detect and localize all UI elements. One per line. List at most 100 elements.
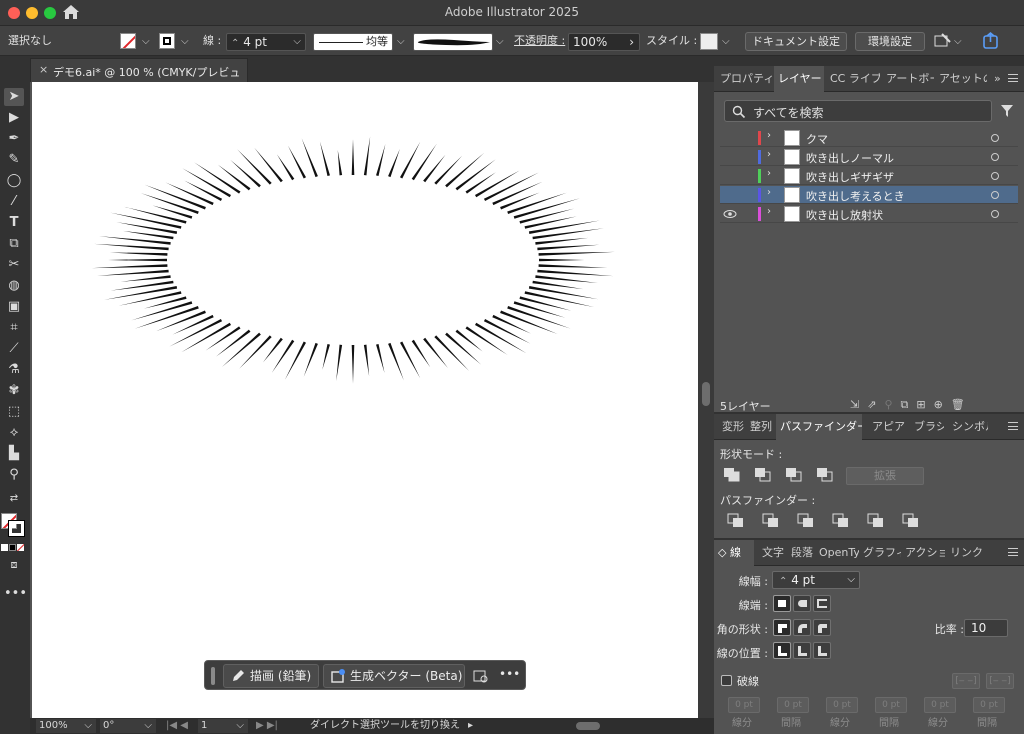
more-tabs-icon[interactable]: » [994,66,1006,92]
layer-row[interactable]: › 吹き出し放射状 [720,205,1018,223]
dash-field[interactable]: 0 pt [826,697,858,713]
dash-preserve-icon[interactable]: [‒ ‒] [952,673,980,689]
visibility-eye-icon[interactable] [723,150,737,164]
swap-colors-icon[interactable]: ⇄ [4,490,24,508]
dash-field[interactable]: 0 pt [875,697,907,713]
chevron-down-icon[interactable]: ⌵ [847,572,855,588]
selection-tool-icon[interactable]: ➤ [4,88,24,106]
canvas[interactable] [30,82,698,718]
chevron-down-icon[interactable]: ⌵ [142,33,150,51]
minus-back-icon[interactable] [901,512,923,532]
horizontal-scrollbar[interactable] [482,719,698,733]
shape-builder-tool-icon[interactable]: ◍ [4,277,24,295]
chevron-right-icon[interactable]: › [767,130,771,141]
layer-row[interactable]: › 吹き出しノーマル [720,148,1018,166]
tab-brushes[interactable]: ブラシ [914,414,944,440]
zoom-field[interactable]: 100% ⌵ [36,719,96,733]
paintbrush-tool-icon[interactable]: ⁄ [4,193,24,211]
generative-vector-button[interactable]: 生成ベクター (Beta) [323,664,465,688]
artboard-number-field[interactable]: 1 ⌵ [198,719,248,733]
tab-layers[interactable]: レイヤー [774,66,824,92]
radial-burst-shape[interactable] [32,82,698,718]
mesh-tool-icon[interactable]: ⌗ [4,319,24,337]
curvature-tool-icon[interactable]: ✎ [4,151,24,169]
layer-row[interactable]: › 吹き出しギザギザ [720,167,1018,185]
merge-icon[interactable] [796,512,818,532]
target-icon[interactable] [991,153,999,161]
tab-asset-export[interactable]: アセットの [939,66,987,92]
align-outside-button[interactable] [813,642,831,659]
trash-icon[interactable]: 🗑 [951,398,973,411]
fill-swatch[interactable] [120,33,136,49]
last-artboard-icon[interactable]: ▶ ▶| [256,719,278,733]
dash-field[interactable]: 0 pt [924,697,956,713]
zoom-tool-icon[interactable]: ⚲ [4,466,24,484]
round-cap-button[interactable] [793,595,811,612]
minus-front-icon[interactable] [753,466,775,486]
type-tool-icon[interactable]: T [4,214,24,232]
opacity-label[interactable]: 不透明度 : [514,32,565,50]
opacity-field[interactable]: 100% › [568,33,640,51]
chevron-right-icon[interactable]: › [767,206,771,217]
draw-pencil-button[interactable]: 描画 (鉛筆) [223,664,319,688]
tab-stroke[interactable]: ◇ 線 [714,540,754,566]
share-icon[interactable] [982,31,1000,49]
symbol-sprayer-tool-icon[interactable]: ✾ [4,382,24,400]
chevron-down-icon[interactable]: ⌵ [181,33,189,51]
dash-align-icon[interactable]: [‒ ‒] [986,673,1014,689]
target-icon[interactable] [991,210,999,218]
visibility-eye-icon[interactable] [723,169,737,183]
stroke-color-icon[interactable] [8,520,25,537]
screen-mode-icon[interactable]: ⧈ [4,556,24,574]
panel-menu-icon[interactable] [1008,422,1018,430]
graph-tool-icon[interactable]: ▙ [4,445,24,463]
ellipse-tool-icon[interactable]: ◯ [4,172,24,190]
chevron-right-icon[interactable]: › [767,149,771,160]
color-mode-icon[interactable] [1,544,8,551]
variable-width-profile[interactable]: 均等 [313,33,393,51]
new-sublayer-icon[interactable]: ⊞ [916,398,933,411]
unite-icon[interactable] [722,466,744,486]
chevron-down-icon[interactable]: ⌵ [722,33,730,51]
outline-icon[interactable] [866,512,888,532]
collect-export-icon[interactable]: ⇲ [850,398,867,411]
dash-field[interactable]: 0 pt [728,697,760,713]
align-center-button[interactable] [773,642,791,659]
tab-actions[interactable]: アクショ [905,540,945,566]
artboard-tool-icon[interactable]: ⬚ [4,403,24,421]
chevron-right-icon[interactable]: › [767,168,771,179]
tab-appearance[interactable]: アピアラ [872,414,906,440]
drag-handle[interactable] [211,667,215,685]
tab-paragraph[interactable]: 段落 [791,540,815,566]
visibility-eye-icon[interactable] [723,188,737,202]
chevron-right-icon[interactable]: › [629,34,634,50]
filter-icon[interactable] [1000,104,1014,118]
first-artboard-icon[interactable]: |◀ ◀ [166,719,188,733]
tab-align[interactable]: 整列 [750,414,774,440]
status-menu-icon[interactable]: ▸ [468,719,473,733]
tab-links[interactable]: リンク [950,540,984,566]
tab-properties[interactable]: プロパティ [720,66,774,92]
miter-limit-input[interactable]: 10 [964,619,1008,637]
panel-menu-icon[interactable] [1008,548,1018,556]
new-layer-icon[interactable]: ⊕ [934,398,951,411]
target-icon[interactable] [991,134,999,142]
more-options-icon[interactable]: ••• [499,667,520,681]
tab-symbols[interactable]: シンボル [952,414,988,440]
artboard[interactable] [32,82,698,718]
brush-definition[interactable] [413,33,493,51]
tab-graphic-styles[interactable]: グラフィ [863,540,901,566]
tab-character[interactable]: 文字 [762,540,786,566]
exclude-icon[interactable] [815,466,837,486]
gradient-mode-icon[interactable] [9,544,16,551]
clipping-mask-icon[interactable]: ⧉ [901,398,917,411]
edit-toolbar-icon[interactable]: ••• [4,585,27,603]
preferences-button[interactable]: 環境設定 [855,32,925,51]
layer-row[interactable]: › クマ [720,129,1018,147]
locate-object-icon[interactable]: ⚲ [884,398,900,411]
generate-options-icon[interactable] [473,668,489,684]
direct-selection-tool-icon[interactable]: ▶ [4,109,24,127]
scissors-tool-icon[interactable]: ✂ [4,256,24,274]
vertical-scrollbar[interactable] [698,82,714,718]
tab-opentype[interactable]: OpenTy [819,540,859,566]
